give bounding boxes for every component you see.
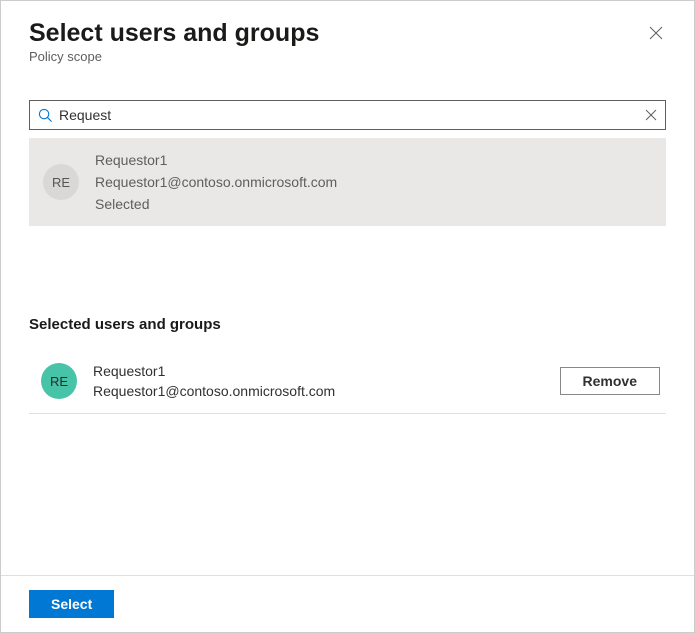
- selected-row: RE Requestor1 Requestor1@contoso.onmicro…: [29, 351, 666, 414]
- search-icon: [38, 108, 53, 123]
- clear-search-button[interactable]: [645, 109, 657, 121]
- panel-footer: Select: [1, 575, 694, 632]
- result-name: Requestor1: [95, 152, 337, 168]
- avatar: RE: [41, 363, 77, 399]
- avatar: RE: [43, 164, 79, 200]
- selected-name: Requestor1: [93, 363, 560, 379]
- panel-header: Select users and groups Policy scope: [1, 1, 694, 72]
- search-results: RE Requestor1 Requestor1@contoso.onmicro…: [1, 130, 694, 226]
- panel-title: Select users and groups: [29, 19, 666, 48]
- result-row[interactable]: RE Requestor1 Requestor1@contoso.onmicro…: [29, 138, 666, 226]
- clear-icon: [645, 109, 657, 121]
- remove-button[interactable]: Remove: [560, 367, 660, 395]
- selected-email: Requestor1@contoso.onmicrosoft.com: [93, 383, 560, 399]
- selected-list: RE Requestor1 Requestor1@contoso.onmicro…: [1, 351, 694, 414]
- result-email: Requestor1@contoso.onmicrosoft.com: [95, 174, 337, 190]
- close-icon: [649, 26, 663, 40]
- search-container: [1, 72, 694, 130]
- select-button[interactable]: Select: [29, 590, 114, 618]
- selected-heading: Selected users and groups: [1, 316, 694, 333]
- panel-subtitle: Policy scope: [29, 49, 666, 64]
- close-button[interactable]: [646, 23, 666, 43]
- selected-text: Requestor1 Requestor1@contoso.onmicrosof…: [93, 363, 560, 399]
- result-status: Selected: [95, 196, 337, 212]
- search-box[interactable]: [29, 100, 666, 130]
- result-text: Requestor1 Requestor1@contoso.onmicrosof…: [95, 152, 337, 212]
- search-input[interactable]: [59, 107, 645, 123]
